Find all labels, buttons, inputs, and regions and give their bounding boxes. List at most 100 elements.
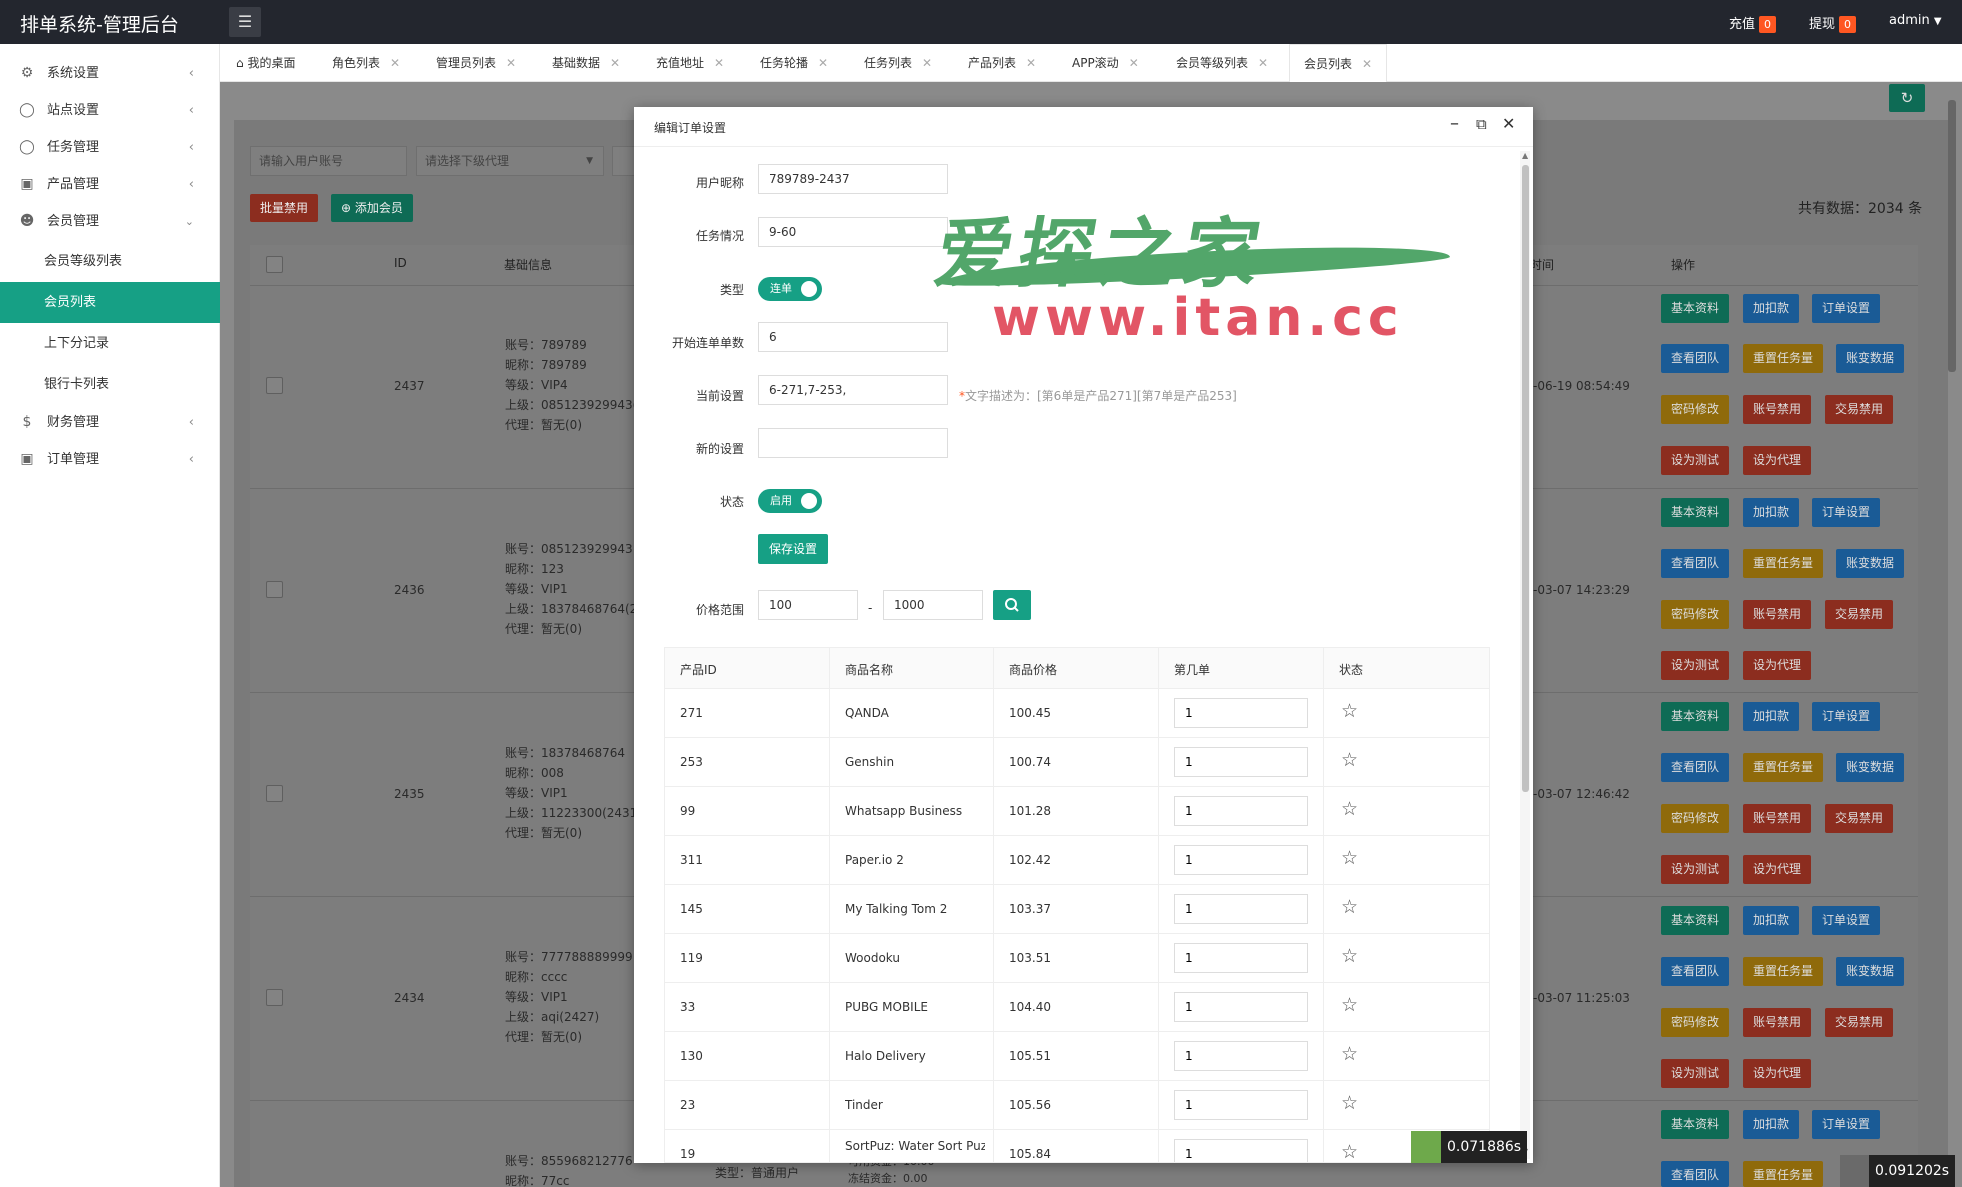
star-icon[interactable]: ☆ [1341, 945, 1358, 967]
set-agent-button[interactable]: 设为代理 [1743, 1059, 1812, 1088]
type-switch[interactable]: 连单 [758, 277, 822, 301]
order-setting-button[interactable]: 订单设置 [1812, 702, 1881, 731]
account-ban-button[interactable]: 账号禁用 [1743, 395, 1812, 424]
basic-info-button[interactable]: 基本资料 [1661, 498, 1730, 527]
close-icon[interactable]: ✕ [922, 56, 932, 70]
order-number-input[interactable]: 1 [1174, 1090, 1308, 1120]
recharge-link[interactable]: 充值 0 [1729, 13, 1777, 33]
status-switch[interactable]: 启用 [758, 489, 822, 513]
set-agent-button[interactable]: 设为代理 [1743, 855, 1812, 884]
tab-task-list[interactable]: 任务列表 ✕ [864, 44, 932, 82]
pwd-change-button[interactable]: 密码修改 [1661, 600, 1730, 629]
add-deduct-button[interactable]: 加扣款 [1743, 906, 1800, 935]
row-checkbox[interactable] [266, 989, 283, 1006]
reset-task-button[interactable]: 重置任务量 [1743, 957, 1824, 986]
sidebar-item-order[interactable]: ▣ 订单管理 ‹ [0, 441, 220, 478]
nickname-input[interactable]: 789789-2437 [758, 164, 948, 194]
set-test-button[interactable]: 设为测试 [1661, 446, 1730, 475]
order-setting-button[interactable]: 订单设置 [1812, 906, 1881, 935]
row-checkbox[interactable] [266, 785, 283, 802]
add-member-button[interactable]: ⊕ 添加会员 [331, 194, 413, 222]
menu-toggle-icon[interactable]: ☰ [229, 7, 261, 37]
reset-task-button[interactable]: 重置任务量 [1743, 1161, 1824, 1187]
close-icon[interactable]: ✕ [610, 56, 620, 70]
set-test-button[interactable]: 设为测试 [1661, 1059, 1730, 1088]
scroll-up-icon[interactable]: ▲ [1522, 151, 1528, 160]
maximize-icon[interactable]: ⧉ [1476, 115, 1487, 133]
tab-task-carousel[interactable]: 任务轮播 ✕ [760, 44, 828, 82]
close-icon[interactable]: ✕ [818, 56, 828, 70]
view-team-button[interactable]: 查看团队 [1661, 344, 1730, 373]
sidebar-item-system[interactable]: ⚙ 系统设置 ‹ [0, 55, 220, 92]
order-number-input[interactable]: 1 [1174, 1041, 1308, 1071]
tab-admins[interactable]: 管理员列表 ✕ [436, 44, 516, 82]
account-change-button[interactable]: 账变数据 [1836, 753, 1905, 782]
view-team-button[interactable]: 查看团队 [1661, 1161, 1730, 1187]
add-deduct-button[interactable]: 加扣款 [1743, 498, 1800, 527]
sidebar-item-member[interactable]: ☻ 会员管理 ⌄ [0, 203, 220, 240]
order-number-input[interactable]: 1 [1174, 698, 1308, 728]
set-agent-button[interactable]: 设为代理 [1743, 446, 1812, 475]
bg-agent-select[interactable]: 请选择下级代理 ▼ [416, 146, 604, 176]
order-number-input[interactable]: 1 [1174, 845, 1308, 875]
tab-roles[interactable]: 角色列表 ✕ [332, 44, 400, 82]
close-icon[interactable]: ✕ [1258, 56, 1268, 70]
star-icon[interactable]: ☆ [1341, 1043, 1358, 1065]
basic-info-button[interactable]: 基本资料 [1661, 702, 1730, 731]
set-test-button[interactable]: 设为测试 [1661, 855, 1730, 884]
order-setting-button[interactable]: 订单设置 [1812, 1110, 1881, 1139]
account-change-button[interactable]: 账变数据 [1836, 549, 1905, 578]
start-count-input[interactable]: 6 [758, 322, 948, 352]
star-icon[interactable]: ☆ [1341, 749, 1358, 771]
set-test-button[interactable]: 设为测试 [1661, 651, 1730, 680]
order-number-input[interactable]: 1 [1174, 747, 1308, 777]
price-max-input[interactable]: 1000 [883, 590, 983, 620]
close-icon[interactable]: ✕ [714, 56, 724, 70]
reset-task-button[interactable]: 重置任务量 [1743, 753, 1824, 782]
sidebar-sub-points-record[interactable]: 上下分记录 [0, 323, 220, 364]
refresh-icon[interactable]: ↻ [1889, 84, 1925, 112]
close-icon[interactable]: ✕ [1362, 57, 1372, 71]
page-scrollbar[interactable] [1948, 100, 1956, 372]
close-icon[interactable]: ✕ [1502, 114, 1515, 133]
account-change-button[interactable]: 账变数据 [1836, 957, 1905, 986]
order-setting-button[interactable]: 订单设置 [1812, 294, 1881, 323]
star-icon[interactable]: ☆ [1341, 896, 1358, 918]
account-ban-button[interactable]: 账号禁用 [1743, 804, 1812, 833]
account-ban-button[interactable]: 账号禁用 [1743, 1008, 1812, 1037]
withdraw-link[interactable]: 提现 0 [1809, 13, 1857, 33]
sidebar-item-site[interactable]: ◯ 站点设置 ‹ [0, 92, 220, 129]
tab-product-list[interactable]: 产品列表 ✕ [968, 44, 1036, 82]
tab-member-list[interactable]: 会员列表 ✕ [1289, 44, 1388, 82]
sidebar-item-task[interactable]: ◯ 任务管理 ‹ [0, 129, 220, 166]
basic-info-button[interactable]: 基本资料 [1661, 1110, 1730, 1139]
order-setting-button[interactable]: 订单设置 [1812, 498, 1881, 527]
row-checkbox[interactable] [266, 377, 283, 394]
bg-partial-input[interactable] [612, 146, 636, 176]
add-deduct-button[interactable]: 加扣款 [1743, 294, 1800, 323]
tab-desktop[interactable]: ⌂ 我的桌面 [236, 44, 295, 82]
sidebar-sub-member-list[interactable]: 会员列表 [0, 282, 220, 323]
order-number-input[interactable]: 1 [1174, 796, 1308, 826]
account-ban-button[interactable]: 账号禁用 [1743, 600, 1812, 629]
star-icon[interactable]: ☆ [1341, 994, 1358, 1016]
save-settings-button[interactable]: 保存设置 [758, 534, 829, 564]
price-min-input[interactable]: 100 [758, 590, 858, 620]
task-input[interactable]: 9-60 [758, 217, 948, 247]
bg-search-input[interactable]: 请输入用户账号 [250, 146, 407, 176]
sidebar-item-product[interactable]: ▣ 产品管理 ‹ [0, 166, 220, 203]
order-number-input[interactable]: 1 [1174, 894, 1308, 924]
reset-task-button[interactable]: 重置任务量 [1743, 344, 1824, 373]
batch-disable-button[interactable]: 批量禁用 [250, 194, 319, 222]
sidebar-sub-member-level[interactable]: 会员等级列表 [0, 241, 220, 282]
basic-info-button[interactable]: 基本资料 [1661, 294, 1730, 323]
view-team-button[interactable]: 查看团队 [1661, 957, 1730, 986]
reset-task-button[interactable]: 重置任务量 [1743, 549, 1824, 578]
pwd-change-button[interactable]: 密码修改 [1661, 395, 1730, 424]
trade-ban-button[interactable]: 交易禁用 [1825, 804, 1894, 833]
view-team-button[interactable]: 查看团队 [1661, 753, 1730, 782]
row-checkbox[interactable] [266, 581, 283, 598]
tab-member-level[interactable]: 会员等级列表 ✕ [1176, 44, 1268, 82]
add-deduct-button[interactable]: 加扣款 [1743, 702, 1800, 731]
view-team-button[interactable]: 查看团队 [1661, 549, 1730, 578]
